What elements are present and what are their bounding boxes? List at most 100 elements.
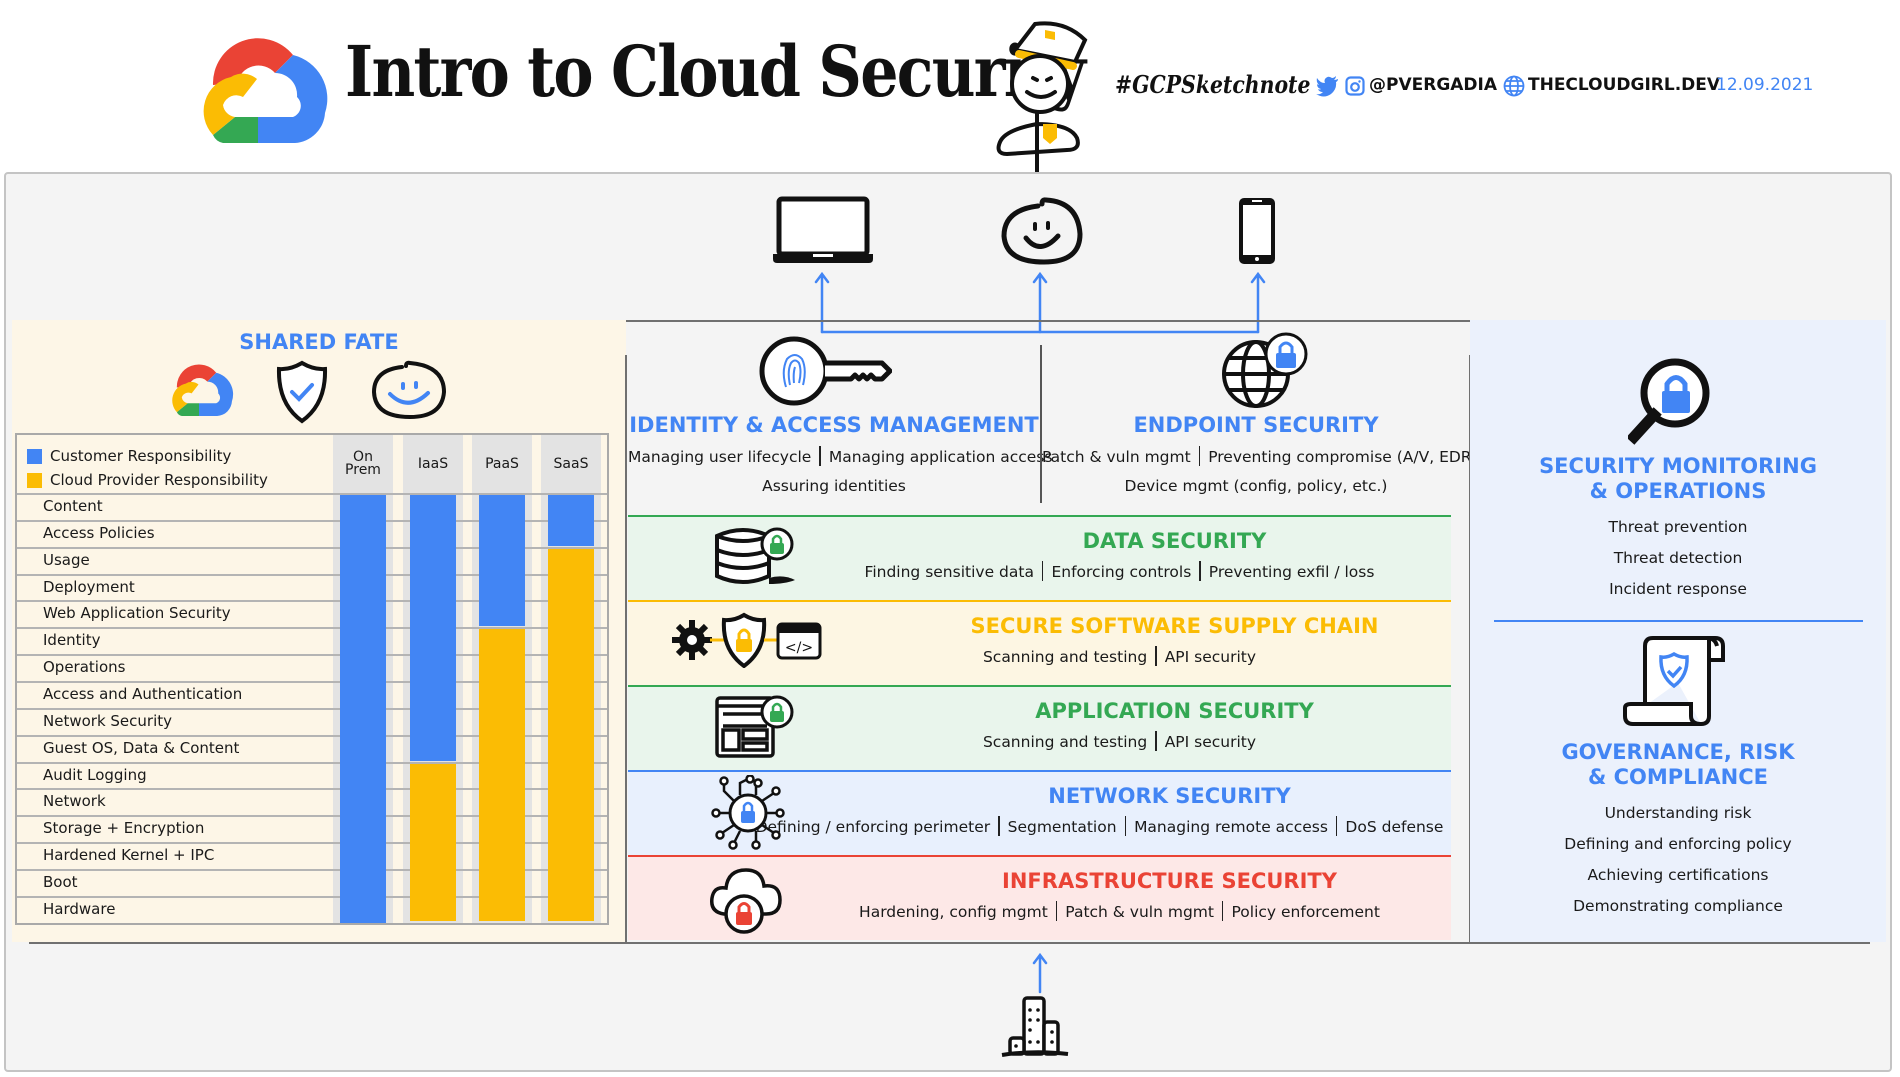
shared-fate-title: SHARED FATE (239, 330, 399, 354)
connector-arrows (814, 271, 1266, 334)
google-cloud-logo-icon (203, 38, 328, 143)
column-header: IaaS (403, 435, 463, 493)
bar-customer-paas (479, 495, 525, 627)
twitter-icon[interactable] (1316, 76, 1340, 98)
user-smiley-icon (1001, 197, 1083, 265)
page-title: Intro to Cloud Security (345, 30, 1086, 113)
table-row-label: Guest OS, Data & Content (43, 738, 240, 757)
monitoring-title-line2: & OPERATIONS (1589, 479, 1767, 503)
legend-customer: Customer Responsibility (27, 447, 231, 465)
column-header: On Prem (333, 435, 393, 493)
fingerprint-key-icon (759, 336, 892, 406)
table-row-label: Access and Authentication (43, 684, 243, 703)
magnifier-lock-icon (1628, 358, 1710, 445)
band-item: Policy enforcement (1231, 903, 1380, 921)
separator (1221, 901, 1224, 921)
separator (1124, 816, 1127, 836)
buildings-icon (1001, 996, 1069, 1057)
bar-customer-on-prem (340, 495, 386, 923)
band-item: Managing remote access (1134, 818, 1328, 836)
band-item: Defining / enforcing perimeter (755, 818, 991, 836)
band-item: Scanning and testing (982, 733, 1148, 751)
separator (1155, 646, 1157, 666)
grc-title-line1: GOVERNANCE, RISK (1561, 740, 1795, 764)
endpoint-line1: Patch & vuln mgmt Preventing compromise (… (1042, 446, 1478, 466)
compliance-scroll-icon (1623, 636, 1725, 726)
social-handle-link[interactable]: @PVERGADIA (1369, 75, 1497, 95)
laptop-icon (773, 196, 873, 263)
table-row-label: Identity (43, 631, 101, 650)
bar-customer-saas (548, 495, 594, 546)
endpoint-line2: Device mgmt (config, policy, etc.) (1124, 477, 1388, 495)
hashtag: #GCPSketchnote (1115, 70, 1311, 99)
up-arrow-icon (1032, 952, 1048, 994)
table-row-label: Content (43, 497, 103, 515)
legend-label: Customer Responsibility (50, 447, 232, 465)
panel-divider (1494, 620, 1863, 622)
left-divider (625, 355, 627, 943)
iam-title: IDENTITY & ACCESS MANAGEMENT (629, 413, 1039, 437)
grc-title-line2: & COMPLIANCE (1588, 765, 1768, 789)
endpoint-item: Preventing compromise (A/V, EDR) (1208, 448, 1478, 466)
smiley-user-icon (371, 360, 447, 420)
monitoring-item: Incident response (1609, 580, 1747, 598)
policeman-icon (996, 21, 1088, 174)
legend-swatch-customer (27, 448, 42, 464)
google-cloud-logo-icon (172, 364, 234, 417)
website-link[interactable]: THECLOUDGIRL.DEV (1528, 75, 1720, 95)
table-row-label: Access Policies (43, 523, 155, 542)
table-row-label: Operations (43, 658, 126, 677)
separator (1041, 561, 1044, 581)
separator (1335, 816, 1338, 836)
iam-line1: Managing user lifecycle Managing applicat… (628, 446, 1052, 466)
separator (819, 446, 821, 466)
bar-provider-iaas (410, 763, 456, 921)
column-header: PaaS (472, 435, 532, 493)
iam-line2: Assuring identities (762, 477, 906, 495)
grc-item: Demonstrating compliance (1573, 897, 1783, 915)
band-items: Scanning and testing API security (788, 646, 1451, 666)
band-item: Patch & vuln mgmt (1065, 903, 1214, 921)
band-title: APPLICATION SECURITY (1035, 699, 1314, 723)
iam-item: Managing user lifecycle (628, 448, 812, 466)
endpoint-item: Patch & vuln mgmt (1042, 448, 1191, 466)
separator (1198, 446, 1201, 466)
svg-text:</>: </> (785, 640, 813, 656)
band-item: DoS defense (1345, 818, 1444, 836)
table-row-label: Web Application Security (43, 604, 231, 623)
legend-provider: Cloud Provider Responsibility (27, 471, 268, 489)
cloud-lock-icon (710, 868, 782, 934)
table-row-label: Network (43, 792, 106, 811)
grc-item: Defining and enforcing policy (1564, 835, 1792, 853)
table-row-label: Hardware (43, 899, 116, 918)
separator (1199, 561, 1201, 581)
band-items: Finding sensitive data Enforcing controls… (788, 561, 1451, 581)
monitoring-item: Threat prevention (1608, 518, 1748, 536)
band-item: API security (1164, 733, 1257, 751)
band-title: DATA SECURITY (1082, 529, 1267, 553)
legend-label: Cloud Provider Responsibility (50, 471, 268, 489)
bar-customer-iaas (410, 495, 456, 761)
band-title: NETWORK SECURITY (1048, 784, 1291, 808)
table-row-label: Audit Logging (43, 765, 147, 784)
table-row-label: Hardened Kernel + IPC (43, 846, 215, 865)
separator (1155, 731, 1157, 751)
bottom-divider (29, 942, 1870, 944)
band-item: Finding sensitive data (864, 563, 1034, 581)
band-title: INFRASTRUCTURE SECURITY (1002, 869, 1337, 893)
right-panel: SECURITY MONITORING & OPERATIONS Threat … (1470, 320, 1886, 942)
band-items: Defining / enforcing perimeter Segmentati… (748, 816, 1451, 836)
separator (998, 816, 1000, 836)
gear-shield-code-icon: </> (672, 612, 822, 668)
table-row-label: Storage + Encryption (43, 819, 205, 838)
band-item: API security (1164, 648, 1257, 666)
monitoring-item: Threat detection (1613, 549, 1743, 567)
instagram-icon[interactable] (1345, 76, 1365, 96)
band-items: Hardening, config mgmt Patch & vuln mgmt P… (788, 901, 1451, 921)
band-item: Preventing exfil / loss (1208, 563, 1375, 581)
network-lock-icon (711, 775, 785, 850)
responsibility-table: Customer Responsibility Cloud Provider R… (15, 433, 609, 925)
column-header: SaaS (541, 435, 601, 493)
legend-swatch-provider (27, 472, 42, 488)
table-row-label: Network Security (43, 711, 172, 730)
